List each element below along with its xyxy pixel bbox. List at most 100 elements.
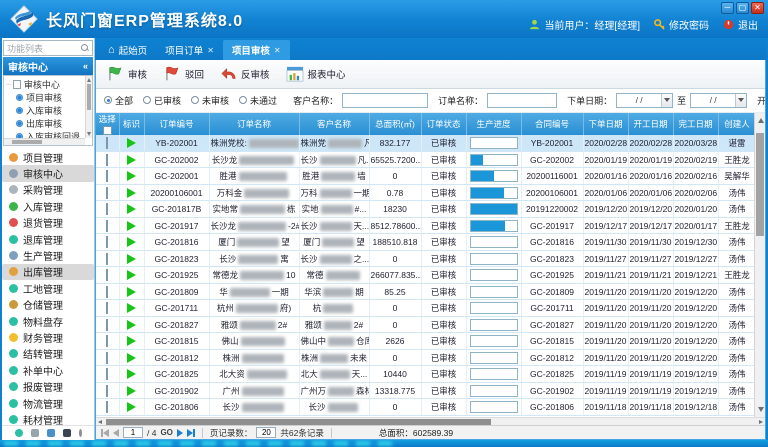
table-row[interactable]: GC-201711 杭州府) 杭 0 已审核 GC-201711 2019/11… xyxy=(96,300,756,317)
sidebar-module-item[interactable]: 工地管理 xyxy=(2,280,94,296)
row-checkbox[interactable] xyxy=(106,220,108,232)
sidebar-module-item[interactable]: 仓储管理 xyxy=(2,297,94,313)
col-order-name: 订单名称 xyxy=(209,113,299,135)
row-checkbox[interactable] xyxy=(106,352,108,364)
row-checkbox[interactable] xyxy=(106,401,108,413)
dropdown-icon[interactable] xyxy=(661,94,672,107)
sidebar-module-item[interactable]: 生产管理 xyxy=(2,247,94,263)
go-button[interactable]: GO xyxy=(160,428,172,437)
sidebar-module-item[interactable]: 结转管理 xyxy=(2,346,94,362)
row-checkbox[interactable] xyxy=(106,286,108,298)
footer-person-icon[interactable] xyxy=(63,429,71,437)
row-checkbox[interactable] xyxy=(106,203,108,215)
close-button[interactable]: ✕ xyxy=(751,2,764,14)
tab-close-icon[interactable]: ✕ xyxy=(207,46,214,55)
row-checkbox[interactable] xyxy=(106,170,108,182)
row-checkbox[interactable] xyxy=(106,236,108,248)
sidebar-module-item[interactable]: 采购管理 xyxy=(2,182,94,198)
table-row[interactable]: GC-201827 雅颂2# 雅颂2# 0 已审核 GC-201827 2019… xyxy=(96,316,756,333)
row-checkbox[interactable] xyxy=(106,187,108,199)
tree-horizontal-scrollbar[interactable] xyxy=(4,138,85,145)
table-row[interactable]: GC-201806 长沙 长沙 0 已审核 GC-201806 2019/11/… xyxy=(96,399,756,416)
tree-item-inbound-audit[interactable]: 入库审核 xyxy=(6,104,84,117)
tree-vertical-scrollbar[interactable] xyxy=(85,76,92,138)
page-number-input[interactable] xyxy=(123,427,143,438)
sidebar-module-item[interactable]: 项目管理 xyxy=(2,149,94,165)
row-checkbox[interactable] xyxy=(106,137,108,149)
row-checkbox[interactable] xyxy=(106,385,108,397)
last-page-button[interactable] xyxy=(187,429,195,437)
select-all-checkbox[interactable] xyxy=(103,126,112,135)
sidebar-module-item[interactable]: 物流管理 xyxy=(2,395,94,411)
tree-item-project-audit[interactable]: 项目审核 xyxy=(6,91,84,104)
dropdown-icon[interactable] xyxy=(735,94,746,107)
collapse-icon[interactable]: « xyxy=(83,61,88,71)
report-center-button[interactable]: 报表中心 xyxy=(286,66,346,82)
sidebar-module-item[interactable]: 财务管理 xyxy=(2,329,94,345)
sidebar-module-item[interactable]: 报废管理 xyxy=(2,378,94,394)
prev-page-button[interactable] xyxy=(113,429,119,437)
sidebar-module-item[interactable]: 耗材管理 xyxy=(2,411,94,425)
radio-all[interactable]: 全部 xyxy=(104,94,133,107)
sidebar-module-item[interactable]: 退库管理 xyxy=(2,231,94,247)
row-checkbox[interactable] xyxy=(106,269,108,281)
tab-project-orders[interactable]: 项目订单✕ xyxy=(156,40,223,60)
page-size-input[interactable] xyxy=(256,427,276,438)
sidebar-module-item[interactable]: 出库管理 xyxy=(2,264,94,280)
tab-close-icon[interactable]: ✕ xyxy=(274,46,281,55)
minimize-button[interactable]: ─ xyxy=(721,2,734,14)
sidebar-module-item[interactable]: 入库管理 xyxy=(2,198,94,214)
table-row[interactable]: YB-202001 株洲党校: 株洲党凡.. 832.177 已审核 YB-20… xyxy=(96,135,756,152)
change-password-button[interactable]: 修改密码 xyxy=(654,17,709,32)
row-checkbox[interactable] xyxy=(106,154,108,166)
logout-button[interactable]: 退出 xyxy=(723,17,758,32)
table-row[interactable]: GC-202002 长沙龙 长沙凡.. 65525.7200... 已审核 GC… xyxy=(96,151,756,168)
row-checkbox[interactable] xyxy=(106,302,108,314)
report-chart-icon xyxy=(286,66,304,82)
table-row[interactable]: GC-201815 佛山 佛山中仓库 2626 已审核 GC-201815 20… xyxy=(96,333,756,350)
tree-item-outbound-audit[interactable]: 出库审核 xyxy=(6,117,84,130)
first-page-button[interactable] xyxy=(101,429,109,437)
table-row[interactable]: GC-201825 北大资 北大天... 10440 已审核 GC-201825… xyxy=(96,366,756,383)
function-search-input[interactable]: 功能列表 xyxy=(3,40,93,56)
customer-name-input[interactable] xyxy=(342,93,428,108)
radio-unaudited[interactable]: 未审核 xyxy=(191,94,229,107)
sidebar-module-item[interactable]: 补单中心 xyxy=(2,362,94,378)
grid-vertical-scrollbar[interactable] xyxy=(754,113,765,417)
row-checkbox[interactable] xyxy=(106,319,108,331)
tree-root-node[interactable]: ┄ 审核中心 xyxy=(6,78,84,91)
sidebar-module-item[interactable]: 审核中心 xyxy=(2,165,94,181)
reverse-audit-button[interactable]: 反审核 xyxy=(220,66,270,81)
row-checkbox[interactable] xyxy=(106,253,108,265)
table-row[interactable]: GC-201817B 实地常栋 实地#... 18230 已审核 2019122… xyxy=(96,201,756,218)
footer-more-icon[interactable] xyxy=(79,429,82,437)
row-checkbox[interactable] xyxy=(106,335,108,347)
table-row[interactable]: GC-201812 株洲 株洲未来 0 已审核 GC-201812 2019/1… xyxy=(96,349,756,366)
row-checkbox[interactable] xyxy=(106,368,108,380)
table-row[interactable]: GC-201925 常德龙10 常德 266077.835... 已审核 GC-… xyxy=(96,267,756,284)
table-row[interactable]: GC-201809 华一期 华滨期 85.25 已审核 GC-201809 20… xyxy=(96,283,756,300)
tab-project-audit[interactable]: 项目审核✕ xyxy=(223,40,290,60)
sidebar-module-item[interactable]: 物料盘存 xyxy=(2,313,94,329)
tab-home[interactable]: ⌂起始页 xyxy=(99,40,156,60)
radio-audited[interactable]: 已审核 xyxy=(143,94,181,107)
footer-pen-icon[interactable] xyxy=(47,429,55,437)
footer-dot-icon[interactable] xyxy=(15,429,23,437)
grid-horizontal-scrollbar[interactable] xyxy=(96,417,765,425)
table-row[interactable]: GC-201816 厦门望 厦门望 188510.818 已审核 GC-2018… xyxy=(96,234,756,251)
order-date-to-picker[interactable]: / / xyxy=(690,93,747,108)
table-row[interactable]: 20200106001 万科金 万科一期 0.78 已审核 2020010600… xyxy=(96,184,756,201)
audit-button[interactable]: 审核 xyxy=(106,65,147,82)
table-row[interactable]: GC-201823 长沙寓 长沙之... 0 已审核 GC-201823 201… xyxy=(96,250,756,267)
order-date-from-picker[interactable]: / / xyxy=(616,93,673,108)
next-page-button[interactable] xyxy=(177,429,183,437)
reject-button[interactable]: 驳回 xyxy=(163,65,204,82)
table-row[interactable]: GC-201917 长沙龙-2# 长沙天... 8512.78600... 已审… xyxy=(96,217,756,234)
table-row[interactable]: GC-201902 广州 广州万森林 13318.775 已审核 GC-2019… xyxy=(96,382,756,399)
sidebar-module-item[interactable]: 退货管理 xyxy=(2,215,94,231)
order-name-input[interactable] xyxy=(487,93,557,108)
table-row[interactable]: GC-202001 胜港 胜港墙 0 已审核 20200116001 2020/… xyxy=(96,168,756,185)
restore-button[interactable]: ▢ xyxy=(736,2,749,14)
radio-not-passed[interactable]: 未通过 xyxy=(239,94,277,107)
footer-cart-icon[interactable] xyxy=(31,429,39,437)
